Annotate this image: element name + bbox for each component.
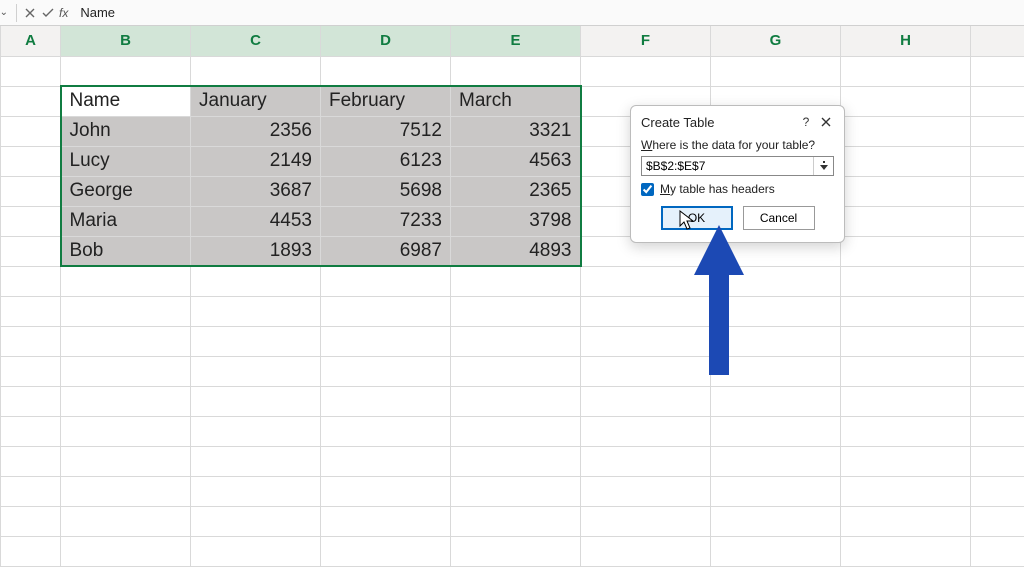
row-8[interactable] [1,266,1024,296]
col-header-F[interactable]: F [581,26,711,56]
formula-accept-icon[interactable] [39,4,57,22]
cell-D3[interactable]: 7512 [321,116,451,146]
row-13[interactable] [1,416,1024,446]
dialog-title: Create Table [641,115,796,130]
cell-D2[interactable]: February [321,86,451,116]
create-table-dialog: Create Table ? Where is the data for you… [630,105,845,243]
cell-D4[interactable]: 6123 [321,146,451,176]
range-input-wrap [641,156,834,176]
row-17[interactable] [1,536,1024,566]
col-header-E[interactable]: E [451,26,581,56]
cell-E6[interactable]: 3798 [451,206,581,236]
formula-cancel-icon[interactable] [21,4,39,22]
range-selector-icon[interactable] [813,157,833,175]
cell-B4[interactable]: Lucy [61,146,191,176]
row-6[interactable]: Maria 4453 7233 3798 [1,206,1024,236]
cell-B6[interactable]: Maria [61,206,191,236]
headers-checkbox-label: My table has headers [660,182,775,196]
cell-D5[interactable]: 5698 [321,176,451,206]
col-header-I[interactable]: I [971,26,1024,56]
col-header-B[interactable]: B [61,26,191,56]
formula-bar-value[interactable]: Name [74,5,1024,20]
col-header-D[interactable]: D [321,26,451,56]
row-7[interactable]: Bob 1893 6987 4893 [1,236,1024,266]
row-3[interactable]: John 2356 7512 3321 [1,116,1024,146]
cell-C3[interactable]: 2356 [191,116,321,146]
headers-checkbox[interactable] [641,183,654,196]
cell-D6[interactable]: 7233 [321,206,451,236]
name-box[interactable]: ⌄ [0,7,12,18]
formula-bar: ⌄ fx Name [0,0,1024,26]
row-10[interactable] [1,326,1024,356]
row-14[interactable] [1,446,1024,476]
cancel-button[interactable]: Cancel [743,206,815,230]
col-header-H[interactable]: H [841,26,971,56]
cell-C4[interactable]: 2149 [191,146,321,176]
column-headers-row: A B C D E F G H I [1,26,1024,56]
ok-button[interactable]: OK [661,206,733,230]
range-input[interactable] [642,157,813,175]
col-header-C[interactable]: C [191,26,321,56]
fx-label[interactable]: fx [59,6,68,20]
name-box-dropdown-icon: ⌄ [0,7,8,18]
col-header-G[interactable]: G [711,26,841,56]
col-header-A[interactable]: A [1,26,61,56]
help-icon[interactable]: ? [796,112,816,132]
close-icon[interactable] [816,112,836,132]
cell-C5[interactable]: 3687 [191,176,321,206]
headers-checkbox-row[interactable]: My table has headers [641,182,834,196]
cell-C2[interactable]: January [191,86,321,116]
dialog-prompt: Where is the data for your table? [641,138,834,152]
row-9[interactable] [1,296,1024,326]
cell-C6[interactable]: 4453 [191,206,321,236]
cell-B5[interactable]: George [61,176,191,206]
cell-E3[interactable]: 3321 [451,116,581,146]
cell-E2[interactable]: March [451,86,581,116]
row-16[interactable] [1,506,1024,536]
cell-E4[interactable]: 4563 [451,146,581,176]
cell-C7[interactable]: 1893 [191,236,321,266]
spreadsheet-grid[interactable]: A B C D E F G H I Name January February … [0,26,1024,567]
cell-B3[interactable]: John [61,116,191,146]
row-15[interactable] [1,476,1024,506]
row-1[interactable] [1,56,1024,86]
divider [16,4,17,22]
row-2[interactable]: Name January February March [1,86,1024,116]
row-12[interactable] [1,386,1024,416]
row-5[interactable]: George 3687 5698 2365 [1,176,1024,206]
cell-E7[interactable]: 4893 [451,236,581,266]
cell-B2[interactable]: Name [61,86,191,116]
cell-E5[interactable]: 2365 [451,176,581,206]
row-4[interactable]: Lucy 2149 6123 4563 [1,146,1024,176]
cell-B7[interactable]: Bob [61,236,191,266]
cell-D7[interactable]: 6987 [321,236,451,266]
row-11[interactable] [1,356,1024,386]
